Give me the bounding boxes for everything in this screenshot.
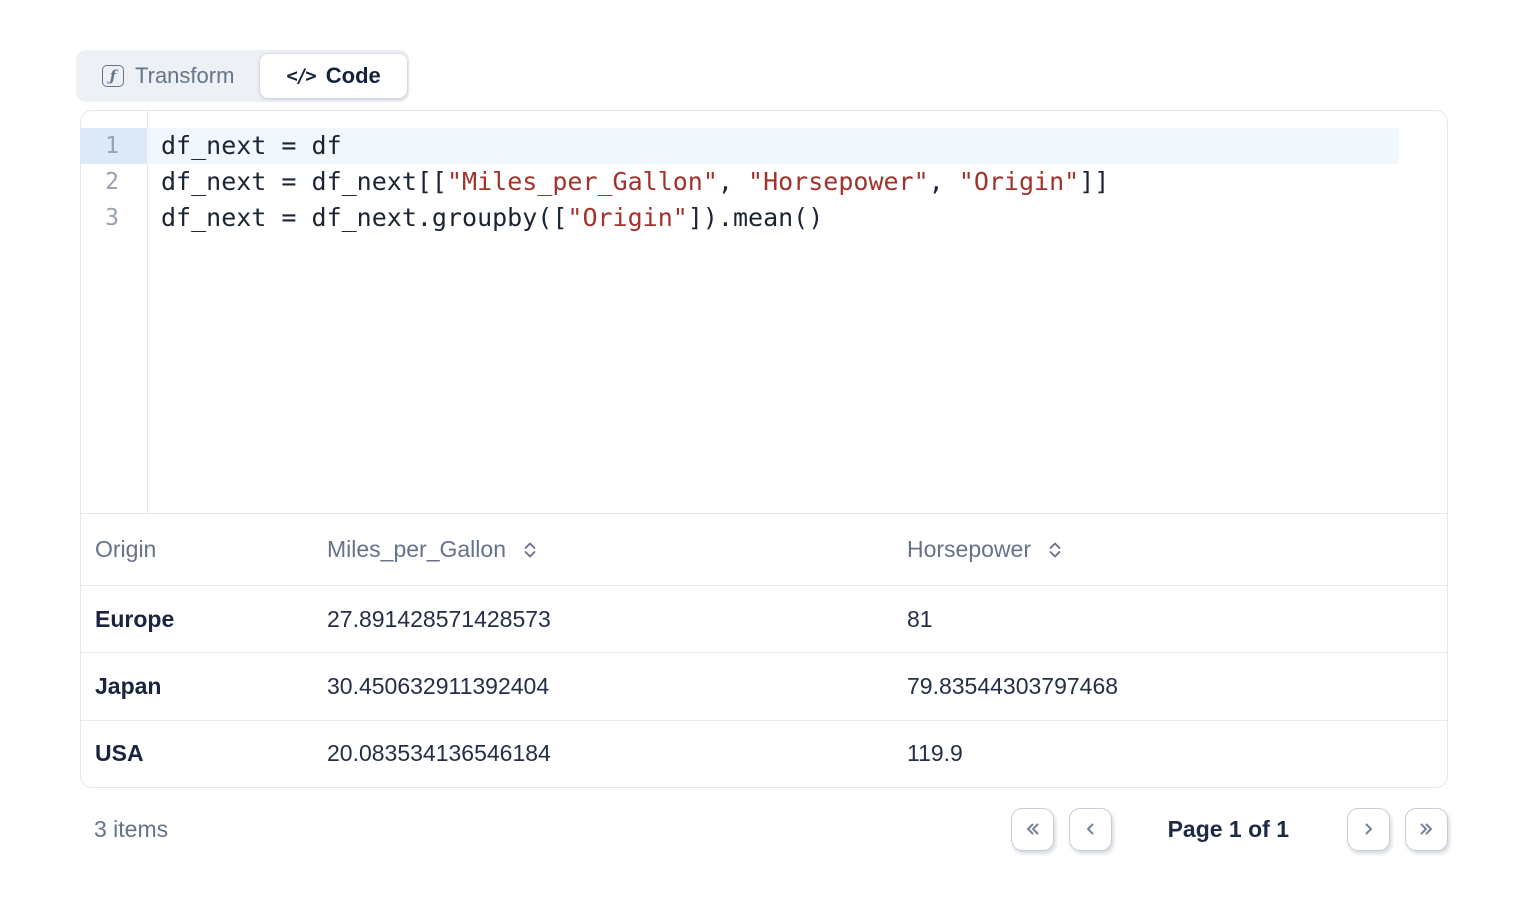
- first-page-button[interactable]: [1011, 808, 1054, 851]
- tab-code[interactable]: </> Code: [260, 54, 406, 98]
- tab-transform-label: Transform: [135, 63, 234, 89]
- table-header-row: Origin Miles_per_Gallon Horsepower: [81, 513, 1447, 585]
- cell-horsepower: 79.83544303797468: [907, 673, 1447, 700]
- line-number: 1: [81, 128, 147, 164]
- column-header-horsepower[interactable]: Horsepower: [907, 536, 1447, 563]
- page-indicator: Page 1 of 1: [1168, 816, 1289, 843]
- cell-miles-per-gallon: 20.083534136546184: [327, 740, 907, 767]
- code-token: df_next = df_next[[: [161, 167, 447, 196]
- tab-transform[interactable]: ƒ Transform: [76, 54, 260, 98]
- column-header-miles-per-gallon[interactable]: Miles_per_Gallon: [327, 536, 907, 563]
- table-row: Japan 30.450632911392404 79.835443037974…: [81, 652, 1447, 719]
- code-and-result-panel: 1 df_next = df 2 df_next = df_next[["Mil…: [80, 110, 1448, 788]
- double-chevron-right-icon: [1415, 817, 1439, 841]
- code-line[interactable]: 2 df_next = df_next[["Miles_per_Gallon",…: [81, 164, 1447, 200]
- code-token: ]).mean(): [688, 203, 823, 232]
- next-page-button[interactable]: [1347, 808, 1390, 851]
- column-header-label: Origin: [95, 536, 156, 563]
- tab-code-label: Code: [326, 63, 381, 89]
- line-number: 3: [81, 200, 147, 236]
- pagination: Page 1 of 1: [1011, 808, 1448, 851]
- cell-horsepower: 119.9: [907, 740, 1447, 767]
- function-icon: ƒ: [102, 65, 124, 87]
- cell-horsepower: 81: [907, 606, 1447, 633]
- string-token: "Horsepower": [748, 167, 929, 196]
- code-line[interactable]: 1 df_next = df: [81, 128, 1447, 164]
- chevron-left-icon: [1078, 817, 1102, 841]
- double-chevron-left-icon: [1020, 817, 1044, 841]
- sort-icon[interactable]: [1045, 540, 1065, 560]
- code-token: df_next = df_next.groupby([: [161, 203, 567, 232]
- code-token: df_next = df: [161, 131, 342, 160]
- table-row: USA 20.083534136546184 119.9: [81, 720, 1447, 787]
- table-row: Europe 27.891428571428573 81: [81, 585, 1447, 652]
- code-token: ]]: [1079, 167, 1109, 196]
- chevron-right-icon: [1357, 817, 1381, 841]
- cell-miles-per-gallon: 30.450632911392404: [327, 673, 907, 700]
- code-line[interactable]: 3 df_next = df_next.groupby(["Origin"]).…: [81, 200, 1447, 236]
- cell-origin: Japan: [81, 673, 327, 700]
- code-token: ,: [718, 167, 748, 196]
- table-footer: 3 items Page 1 of 1: [80, 788, 1448, 870]
- string-token: "Origin": [959, 167, 1079, 196]
- view-tabbar: ƒ Transform </> Code: [76, 50, 409, 102]
- cell-origin: USA: [81, 740, 327, 767]
- items-count: 3 items: [80, 816, 168, 843]
- code-token: ,: [929, 167, 959, 196]
- column-header-label: Miles_per_Gallon: [327, 536, 506, 563]
- column-header-origin: Origin: [81, 536, 327, 563]
- code-brackets-icon: </>: [286, 65, 314, 87]
- cell-miles-per-gallon: 27.891428571428573: [327, 606, 907, 633]
- last-page-button[interactable]: [1405, 808, 1448, 851]
- string-token: "Miles_per_Gallon": [447, 167, 718, 196]
- line-number: 2: [81, 164, 147, 200]
- string-token: "Origin": [567, 203, 687, 232]
- previous-page-button[interactable]: [1069, 808, 1112, 851]
- cell-origin: Europe: [81, 606, 327, 633]
- sort-icon[interactable]: [520, 540, 540, 560]
- result-table: Origin Miles_per_Gallon Horsepower: [81, 513, 1447, 787]
- code-editor[interactable]: 1 df_next = df 2 df_next = df_next[["Mil…: [81, 111, 1447, 513]
- column-header-label: Horsepower: [907, 536, 1031, 563]
